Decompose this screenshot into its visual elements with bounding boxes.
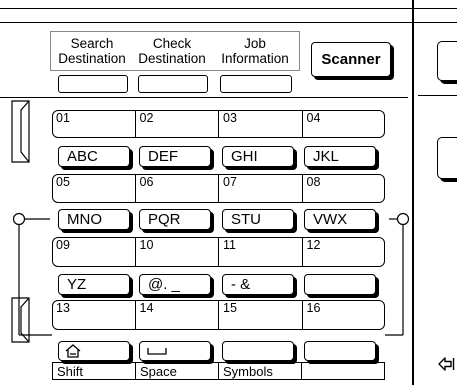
blank-label [302, 363, 384, 379]
tab-search-destination-line2: Destination [58, 51, 126, 66]
tab-search-destination-line1: Search [70, 36, 114, 51]
tab-job-information[interactable]: Job Information [213, 36, 297, 68]
tab-check-destination-line2: Destination [138, 51, 206, 66]
index-key-symbols-at[interactable]: @. _ [139, 274, 211, 295]
index-key-ghi[interactable]: GHI [222, 146, 294, 167]
index-key-pqr[interactable]: PQR [139, 209, 211, 230]
index-key-abc[interactable]: ABC [58, 146, 130, 167]
space-label: Space [136, 363, 219, 379]
destination-row-cells: 13 14 15 16 [52, 300, 385, 330]
shift-key-button[interactable] [58, 341, 130, 361]
tab-search-destination-button[interactable] [58, 75, 128, 93]
destination-02[interactable]: 02 [136, 110, 219, 138]
scanner-address-screen: Search Destination Check Destination Job… [0, 0, 457, 385]
destination-row-cells: 01 02 03 04 [52, 110, 385, 138]
index-key-vwx[interactable]: VWX [304, 209, 376, 230]
destination-03[interactable]: 03 [219, 110, 303, 138]
tabs-divider [0, 97, 408, 98]
login-arrow-icon[interactable] [436, 354, 456, 374]
destination-07[interactable]: 07 [219, 174, 303, 203]
index-key-def[interactable]: DEF [139, 146, 211, 167]
destination-10[interactable]: 10 [136, 237, 219, 267]
destination-12[interactable]: 12 [303, 237, 386, 267]
symbols-key-button[interactable] [222, 341, 294, 361]
right-panel-button-top[interactable] [437, 41, 457, 81]
scroll-up-tab[interactable] [8, 100, 34, 170]
index-key-stu[interactable]: STU [222, 209, 294, 230]
right-panel-divider [412, 0, 414, 385]
blank-key-button[interactable] [304, 341, 376, 361]
right-panel-divider-h [418, 95, 457, 96]
symbols-label: Symbols [219, 363, 302, 379]
function-label-bar: Shift Space Symbols [52, 362, 385, 380]
index-key-dash-amp[interactable]: - & [222, 274, 294, 295]
destination-06[interactable]: 06 [136, 174, 219, 203]
space-key-button[interactable] [139, 341, 211, 361]
tab-check-destination[interactable]: Check Destination [133, 36, 211, 68]
destination-05[interactable]: 05 [52, 174, 136, 203]
destination-13[interactable]: 13 [52, 300, 136, 330]
tab-job-information-line2: Information [221, 51, 289, 66]
index-key-blank[interactable] [304, 274, 376, 295]
destination-01[interactable]: 01 [52, 110, 136, 138]
destination-row-cells: 09 10 11 12 [52, 237, 385, 267]
scanner-button[interactable]: Scanner [311, 42, 391, 77]
index-key-jkl[interactable]: JKL [304, 146, 376, 167]
shift-label: Shift [53, 363, 136, 379]
header-divider [0, 22, 457, 23]
destination-row-cells: 05 06 07 08 [52, 174, 385, 203]
tab-check-destination-line1: Check [152, 36, 192, 51]
destination-08[interactable]: 08 [303, 174, 386, 203]
destination-09[interactable]: 09 [52, 237, 136, 267]
home-shift-icon [65, 344, 81, 358]
destination-15[interactable]: 15 [219, 300, 303, 330]
destination-14[interactable]: 14 [136, 300, 219, 330]
right-panel-button-middle[interactable] [437, 137, 457, 179]
destination-16[interactable]: 16 [303, 300, 386, 330]
top-border [0, 8, 457, 9]
space-bar-icon [147, 348, 167, 355]
index-key-yz[interactable]: YZ [58, 274, 130, 295]
tab-search-destination[interactable]: Search Destination [53, 36, 131, 68]
tab-job-information-button[interactable] [220, 75, 292, 93]
index-key-mno[interactable]: MNO [58, 209, 130, 230]
destination-11[interactable]: 11 [219, 237, 303, 267]
tab-check-destination-button[interactable] [138, 75, 208, 93]
destination-04[interactable]: 04 [303, 110, 386, 138]
tab-job-information-line1: Job [244, 36, 266, 51]
